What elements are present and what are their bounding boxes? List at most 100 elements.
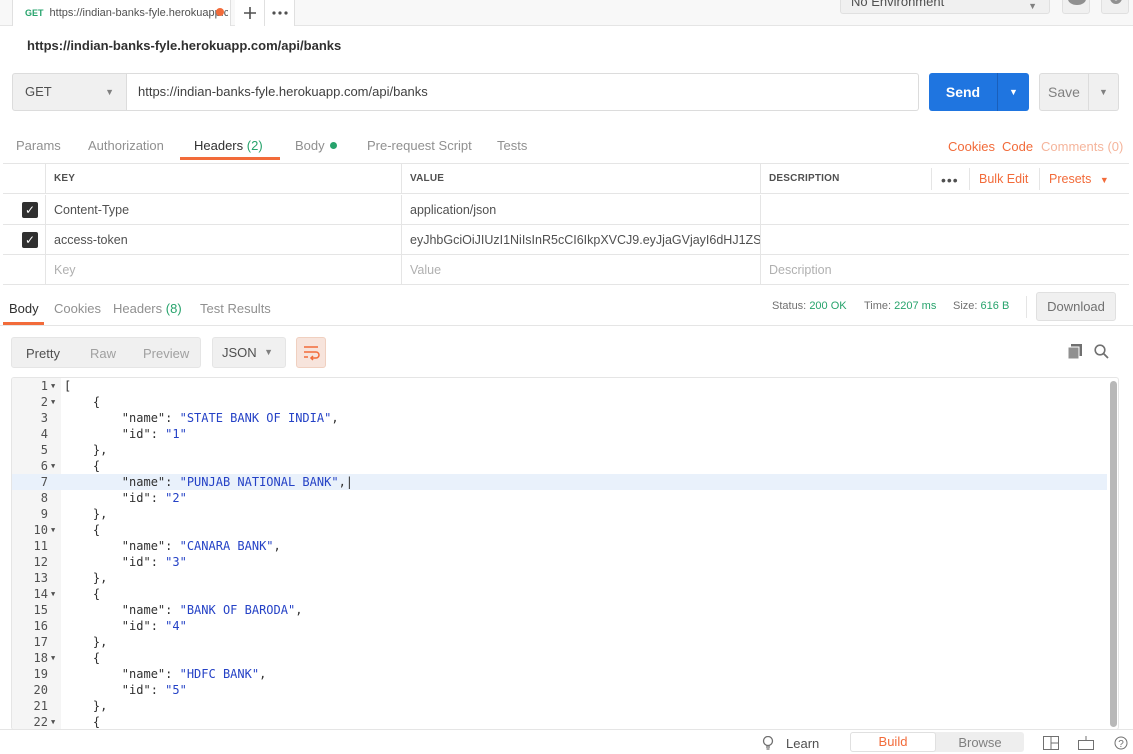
size-readout[interactable]: Size: 616 B: [953, 300, 1009, 312]
tab-authorization[interactable]: Authorization: [88, 138, 164, 153]
code-line[interactable]: 3 "name": "STATE BANK OF INDIA",: [12, 410, 1107, 426]
header-description-cell[interactable]: [760, 195, 1129, 224]
tab-options-button[interactable]: [265, 0, 295, 26]
environment-quick-look-button[interactable]: [1062, 0, 1090, 14]
two-pane-view-icon[interactable]: [1043, 736, 1059, 750]
row-enabled-checkbox[interactable]: ✓: [22, 202, 38, 218]
code-line[interactable]: 5 },: [12, 442, 1107, 458]
code-line[interactable]: 13 },: [12, 570, 1107, 586]
fold-toggle-icon[interactable]: ▼: [51, 714, 55, 729]
save-button[interactable]: Save: [1039, 73, 1089, 111]
code-line[interactable]: 1 ▼ [: [12, 378, 1107, 394]
build-mode-tab[interactable]: Build: [850, 732, 936, 752]
help-icon[interactable]: ?: [1114, 736, 1128, 750]
tab-params[interactable]: Params: [16, 138, 61, 153]
code-line[interactable]: 17 },: [12, 634, 1107, 650]
code-line[interactable]: 2 ▼ {: [12, 394, 1107, 410]
code-line[interactable]: 14 ▼ {: [12, 586, 1107, 602]
code-line[interactable]: 10 ▼ {: [12, 522, 1107, 538]
vertical-scrollbar[interactable]: [1110, 381, 1117, 727]
time-readout[interactable]: Time: 2207 ms: [864, 300, 936, 312]
view-preview-button[interactable]: Preview: [143, 346, 189, 361]
response-tab-headers[interactable]: Headers (8): [113, 301, 182, 316]
tab-method: GET: [25, 8, 44, 18]
more-horizontal-icon[interactable]: •••: [941, 172, 959, 188]
code-line[interactable]: 12 "id": "3": [12, 554, 1107, 570]
manage-environments-button[interactable]: [1101, 0, 1129, 14]
code-line[interactable]: 6 ▼ {: [12, 458, 1107, 474]
tab-tests[interactable]: Tests: [497, 138, 527, 153]
header-value-cell[interactable]: eyJhbGciOiJIUzI1NiIsInR5cCI6IkpXVCJ9.eyJ…: [401, 225, 760, 254]
view-pretty-button[interactable]: Pretty: [26, 346, 60, 361]
copy-icon[interactable]: [1068, 344, 1082, 359]
row-enabled-checkbox[interactable]: ✓: [22, 232, 38, 248]
download-button[interactable]: Download: [1036, 292, 1116, 321]
tab-headers[interactable]: Headers (2): [194, 138, 263, 153]
code-line[interactable]: 20 "id": "5": [12, 682, 1107, 698]
new-tab-button[interactable]: [235, 0, 265, 26]
code-line[interactable]: 4 "id": "1": [12, 426, 1107, 442]
browse-mode-tab[interactable]: Browse: [936, 732, 1024, 752]
fold-toggle-icon[interactable]: ▼: [51, 586, 55, 602]
request-tab[interactable]: GET https://indian-banks-fyle.herokuapp.…: [12, 0, 231, 26]
keyboard-shortcuts-icon[interactable]: [1078, 736, 1094, 750]
code-line[interactable]: 11 "name": "CANARA BANK",: [12, 538, 1107, 554]
code-line[interactable]: 9 },: [12, 506, 1107, 522]
code-line[interactable]: 18 ▼ {: [12, 650, 1107, 666]
response-tab-body[interactable]: Body: [9, 301, 39, 316]
table-row[interactable]: ✓ access-token eyJhbGciOiJIUzI1NiIsInR5c…: [3, 225, 1129, 255]
url-input[interactable]: https://indian-banks-fyle.herokuapp.com/…: [127, 73, 919, 111]
new-value-input[interactable]: Value: [401, 255, 760, 284]
view-raw-button[interactable]: Raw: [90, 346, 116, 361]
fold-toggle-icon[interactable]: ▼: [51, 378, 55, 394]
status-readout[interactable]: Status: 200 OK: [772, 300, 847, 312]
save-options-button[interactable]: ▼: [1089, 73, 1119, 111]
new-description-input[interactable]: Description: [760, 255, 1129, 284]
learn-button[interactable]: Learn: [786, 736, 819, 751]
bulk-edit-link[interactable]: Bulk Edit: [979, 172, 1028, 186]
code-text: "id": "2": [64, 490, 187, 506]
send-button[interactable]: Send: [929, 73, 997, 111]
table-row-new[interactable]: Key Value Description: [3, 255, 1129, 285]
cookies-link[interactable]: Cookies: [948, 139, 995, 154]
code-text: "id": "3": [64, 554, 187, 570]
code-text: {: [64, 459, 101, 473]
header-key-cell[interactable]: Content-Type: [45, 195, 401, 224]
json-key: "name": [121, 603, 166, 617]
send-options-button[interactable]: ▼: [997, 73, 1029, 111]
line-number: 2: [40, 395, 48, 409]
code-line[interactable]: 16 "id": "4": [12, 618, 1107, 634]
code-line[interactable]: 8 "id": "2": [12, 490, 1107, 506]
code-line[interactable]: 7 "name": "PUNJAB NATIONAL BANK",|: [12, 474, 1107, 490]
code-line[interactable]: 21 },: [12, 698, 1107, 714]
code-line[interactable]: 15 "name": "BANK OF BARODA",: [12, 602, 1107, 618]
code-line[interactable]: 22 ▼ {: [12, 714, 1107, 729]
response-body-editor[interactable]: 1 ▼[2 ▼ {3 "name": "STATE BANK OF INDIA", 4…: [11, 377, 1119, 730]
header-key-cell[interactable]: access-token: [45, 225, 401, 254]
presets-dropdown[interactable]: Presets ▼: [1049, 172, 1109, 186]
code-link[interactable]: Code: [1002, 139, 1033, 154]
new-key-input[interactable]: Key: [45, 255, 401, 284]
environment-select[interactable]: No Environment ▼: [840, 0, 1050, 14]
response-tab-test-results[interactable]: Test Results: [200, 301, 271, 316]
tab-prerequest-script[interactable]: Pre-request Script: [367, 138, 472, 153]
tab-body[interactable]: Body: [295, 138, 337, 153]
fold-toggle-icon[interactable]: ▼: [51, 458, 55, 474]
format-select[interactable]: JSON ▼: [212, 337, 286, 368]
method-select[interactable]: GET ▼: [12, 73, 127, 111]
wrap-lines-button[interactable]: [296, 337, 326, 368]
header-value-cell[interactable]: application/json: [401, 195, 760, 224]
header-description-cell[interactable]: [760, 225, 1129, 254]
search-icon[interactable]: [1094, 344, 1109, 359]
comments-link[interactable]: Comments (0): [1041, 139, 1123, 154]
fold-toggle-icon[interactable]: ▼: [51, 394, 55, 410]
fold-toggle-icon[interactable]: ▼: [51, 650, 55, 666]
code-line[interactable]: 19 "name": "HDFC BANK",: [12, 666, 1107, 682]
table-row[interactable]: ✓ Content-Type application/json: [3, 195, 1129, 225]
method-label: GET: [25, 84, 52, 99]
active-tab-indicator: [180, 157, 280, 160]
response-tab-cookies[interactable]: Cookies: [54, 301, 101, 316]
fold-toggle-icon[interactable]: ▼: [51, 522, 55, 538]
code-text: "name": "PUNJAB NATIONAL BANK",|: [64, 474, 353, 490]
